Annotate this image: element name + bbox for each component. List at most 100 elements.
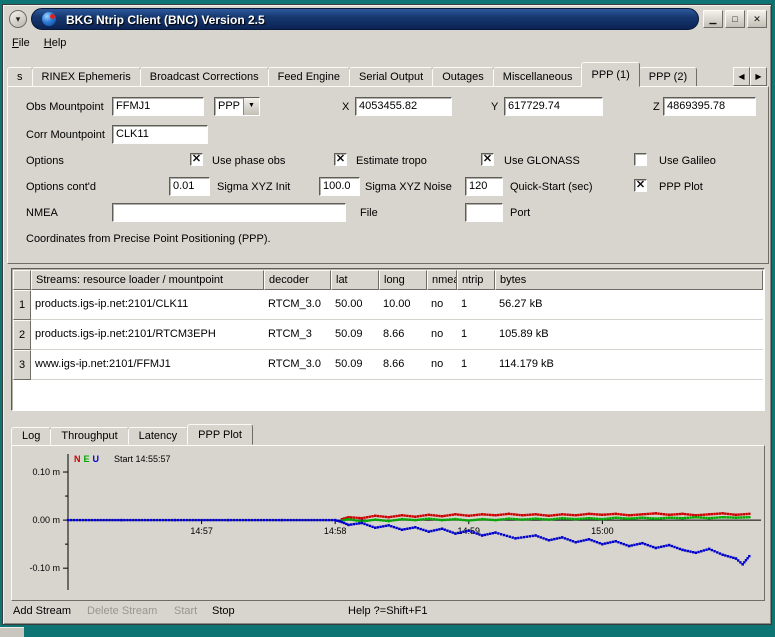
chevron-down-icon: ▾ xyxy=(16,14,21,24)
tab-scroll-left-button[interactable]: ◀ xyxy=(733,67,750,86)
cell-long: 8.66 xyxy=(379,320,427,350)
row-number[interactable]: 1 xyxy=(13,290,31,320)
estimate-tropo-checkbox[interactable]: ✕ xyxy=(334,153,347,166)
z-coordinate-input[interactable]: 4869395.78 xyxy=(663,97,756,116)
tab-outages[interactable]: Outages xyxy=(432,67,494,87)
menu-file[interactable]: File xyxy=(5,35,37,51)
use-galileo-label: Use Galileo xyxy=(659,155,716,167)
svg-text:14:57: 14:57 xyxy=(190,526,213,536)
add-stream-button[interactable]: Add Stream xyxy=(13,605,71,617)
cell-long: 8.66 xyxy=(379,350,427,380)
title-bar[interactable]: ▾ BKG Ntrip Client (BNC) Version 2.5 ▁ □… xyxy=(5,7,769,31)
corr-mountpoint-input[interactable]: CLK11 xyxy=(112,125,208,144)
nmea-file-input[interactable] xyxy=(112,203,346,222)
tab-broadcast-corrections[interactable]: Broadcast Corrections xyxy=(140,67,269,87)
options-contd-label: Options cont'd xyxy=(26,181,96,193)
use-galileo-checkbox[interactable] xyxy=(634,153,647,166)
tab-ppp-plot[interactable]: PPP Plot xyxy=(187,424,253,445)
file-label: File xyxy=(360,207,378,219)
quick-start-input[interactable]: 120 xyxy=(465,177,503,196)
sigma-xyz-init-input[interactable]: 0.01 xyxy=(169,177,210,196)
col-header-mountpoint[interactable]: Streams: resource loader / mountpoint xyxy=(31,270,264,290)
col-header-lat[interactable]: lat xyxy=(331,270,379,290)
sigma-xyz-noise-input[interactable]: 100.0 xyxy=(319,177,360,196)
ppp-plot-checkbox[interactable]: ✕ xyxy=(634,179,647,192)
row-number[interactable]: 2 xyxy=(13,320,31,350)
arrow-right-icon: ▶ xyxy=(755,72,761,81)
table-row[interactable]: 3 www.igs-ip.net:2101/FFMJ1 RTCM_3.0 50.… xyxy=(13,350,763,380)
obs-mountpoint-combo[interactable]: PPP ▼ xyxy=(214,97,260,116)
y-label: Y xyxy=(491,101,498,113)
col-header-bytes[interactable]: bytes xyxy=(495,270,763,290)
svg-text:0.10 m: 0.10 m xyxy=(32,467,60,477)
port-label: Port xyxy=(510,207,530,219)
start-button[interactable]: Start xyxy=(174,605,197,617)
cell-mountpoint: products.igs-ip.net:2101/RTCM3EPH xyxy=(31,320,264,350)
chevron-down-icon: ▼ xyxy=(248,102,255,109)
tab-throughput[interactable]: Throughput xyxy=(50,427,128,445)
delete-stream-button[interactable]: Delete Stream xyxy=(87,605,157,617)
col-header-decoder[interactable]: decoder xyxy=(264,270,331,290)
corr-mountpoint-label: Corr Mountpoint xyxy=(26,129,105,141)
maximize-button[interactable]: □ xyxy=(725,10,745,28)
nmea-label: NMEA xyxy=(26,207,58,219)
tab-rinex-ephemeris[interactable]: RINEX Ephemeris xyxy=(32,67,141,87)
stop-button[interactable]: Stop xyxy=(212,605,235,617)
x-coordinate-input[interactable]: 4053455.82 xyxy=(355,97,452,116)
cell-bytes: 56.27 kB xyxy=(495,290,763,320)
use-glonass-label: Use GLONASS xyxy=(504,155,580,167)
tab-serial-output[interactable]: Serial Output xyxy=(349,67,433,87)
use-glonass-checkbox[interactable]: ✕ xyxy=(481,153,494,166)
cell-bytes: 105.89 kB xyxy=(495,320,763,350)
combo-selected-value: PPP xyxy=(218,98,240,115)
quick-start-label: Quick-Start (sec) xyxy=(510,181,593,193)
tab-feed-engine[interactable]: Feed Engine xyxy=(268,67,350,87)
y-coordinate-input[interactable]: 617729.74 xyxy=(504,97,603,116)
combo-dropdown-button[interactable]: ▼ xyxy=(243,98,259,115)
cell-decoder: RTCM_3.0 xyxy=(264,350,331,380)
ppp-plot-panel: NEUStart 14:55:57 0.10 m0.00 m-0.10 m14:… xyxy=(11,445,765,601)
z-label: Z xyxy=(653,101,660,113)
tab-ppp-2[interactable]: PPP (2) xyxy=(639,67,697,87)
maximize-icon: □ xyxy=(732,14,737,24)
svg-text:14:58: 14:58 xyxy=(324,526,347,536)
cell-nmea: no xyxy=(427,350,457,380)
help-button[interactable]: Help ?=Shift+F1 xyxy=(348,605,428,617)
col-header-ntrip[interactable]: ntrip xyxy=(457,270,495,290)
table-row[interactable]: 1 products.igs-ip.net:2101/CLK11 RTCM_3.… xyxy=(13,290,763,320)
action-button-row: Add Stream Delete Stream Start Stop Help… xyxy=(3,605,771,625)
check-x-icon: ✕ xyxy=(635,180,646,191)
table-row[interactable]: 2 products.igs-ip.net:2101/RTCM3EPH RTCM… xyxy=(13,320,763,350)
menu-bar: File Help xyxy=(5,33,769,53)
sigma-xyz-noise-label: Sigma XYZ Noise xyxy=(365,181,452,193)
nmea-port-input[interactable] xyxy=(465,203,503,222)
tab-latency[interactable]: Latency xyxy=(128,427,189,445)
window-menu-button[interactable]: ▾ xyxy=(9,10,27,28)
options-label: Options xyxy=(26,155,64,167)
tab-scroll-right-button[interactable]: ▶ xyxy=(750,67,767,86)
cell-ntrip: 1 xyxy=(457,320,495,350)
cell-decoder: RTCM_3 xyxy=(264,320,331,350)
cell-lat: 50.00 xyxy=(331,290,379,320)
cell-decoder: RTCM_3.0 xyxy=(264,290,331,320)
minimize-button[interactable]: ▁ xyxy=(703,10,723,28)
row-number[interactable]: 3 xyxy=(13,350,31,380)
svg-text:0.00 m: 0.00 m xyxy=(32,515,60,525)
close-button[interactable]: ✕ xyxy=(747,10,767,28)
corner-header-cell[interactable] xyxy=(13,270,31,290)
col-header-long[interactable]: long xyxy=(379,270,427,290)
cell-mountpoint: www.igs-ip.net:2101/FFMJ1 xyxy=(31,350,264,380)
check-x-icon: ✕ xyxy=(482,154,493,165)
bnc-app-icon xyxy=(42,12,56,26)
use-phase-obs-checkbox[interactable]: ✕ xyxy=(190,153,203,166)
obs-mountpoint-input[interactable]: FFMJ1 xyxy=(112,97,204,116)
tab-log[interactable]: Log xyxy=(11,427,51,445)
menu-help[interactable]: Help xyxy=(37,35,74,51)
tab-miscellaneous[interactable]: Miscellaneous xyxy=(493,67,583,87)
cell-mountpoint: products.igs-ip.net:2101/CLK11 xyxy=(31,290,264,320)
streams-table-header: Streams: resource loader / mountpoint de… xyxy=(13,270,763,290)
tab-ppp-1[interactable]: PPP (1) xyxy=(581,62,639,87)
cell-bytes: 114.179 kB xyxy=(495,350,763,380)
col-header-nmea[interactable]: nmea xyxy=(427,270,457,290)
tab-partial[interactable]: s xyxy=(7,67,33,87)
